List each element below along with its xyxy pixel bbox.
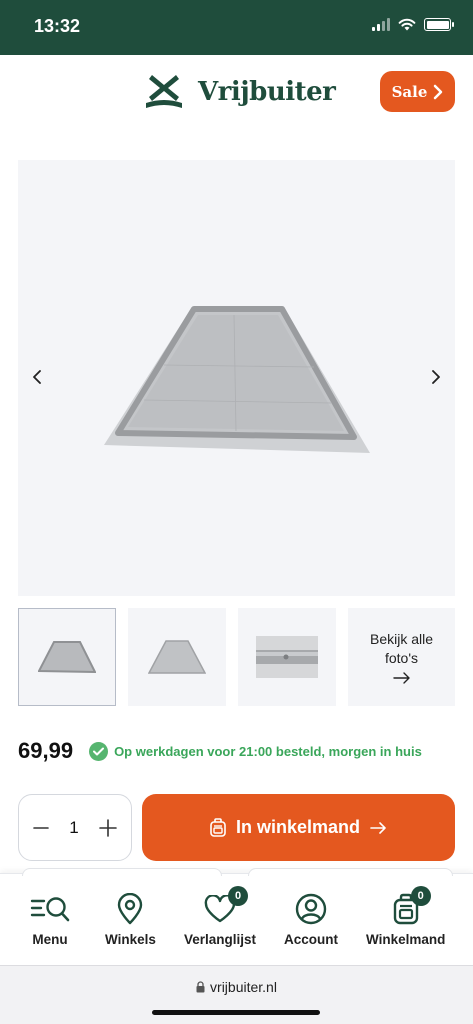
status-bar: 13:32 [0,0,473,55]
gallery-next-button[interactable] [426,367,446,387]
thumbnail-image [256,636,318,678]
thumbnail-image [148,640,206,674]
card-edge [248,868,453,876]
plus-icon[interactable] [99,818,117,837]
chevron-right-icon [432,370,440,384]
nav-item-winkelmand[interactable]: 0 Winkelmand [366,886,446,947]
card-edge [22,868,222,876]
view-all-label: Bekijk alle foto's [369,631,434,666]
home-indicator[interactable] [152,1010,320,1015]
nav-label-account: Account [284,932,338,947]
add-to-cart-button[interactable]: In winkelmand [142,794,455,861]
nav-item-menu[interactable]: Menu [30,892,70,947]
add-to-cart-label: In winkelmand [235,817,361,837]
delivery-text: Op werkdagen voor 21:00 besteld, morgen … [114,743,422,759]
cart-count-badge: 0 [410,886,431,906]
product-image [104,306,370,453]
status-icons [372,18,454,31]
nav-label-verlanglijst: Verlanglijst [184,932,257,947]
user-icon [295,893,327,925]
thumbnail-strip: Bekijk alle foto's [18,608,455,706]
quantity-value[interactable]: 1 [69,818,78,838]
arrow-right-icon [370,821,386,834]
url-field[interactable]: vrijbuiter.nl [0,979,473,995]
nav-label-winkels: Winkels [105,932,156,947]
minus-icon[interactable] [33,820,49,836]
bottom-navigation: Menu Winkels 0 Verlanglijst Account 0 Wi… [0,868,473,965]
brand-logo[interactable]: Vrijbuiter [144,73,336,111]
view-all-photos-button[interactable]: Bekijk alle foto's [348,608,455,706]
thumbnail-2[interactable] [128,608,226,706]
arrow-right-icon [392,672,410,684]
backpack-icon [210,818,226,837]
quantity-stepper: 1 [18,794,132,861]
price-row: 69,99 Op werkdagen voor 21:00 besteld, m… [18,737,458,765]
thumbnail-1[interactable] [18,608,116,706]
sale-label: Sale [391,82,428,101]
chevron-right-icon [434,84,443,99]
product-price: 69,99 [18,738,74,763]
nav-label-winkelmand: Winkelmand [366,932,446,947]
signal-icon [372,18,390,31]
wifi-icon [398,18,416,31]
check-circle-icon [89,741,109,761]
nav-item-account[interactable]: Account [284,892,338,947]
gallery-prev-button[interactable] [27,367,47,387]
thumbnail-image [38,641,96,673]
chevron-left-icon [33,370,41,384]
lock-icon [196,981,205,993]
thumbnail-3[interactable] [238,608,336,706]
brand-name: Vrijbuiter [198,77,336,107]
status-time: 13:32 [34,16,81,36]
menu-search-icon [30,897,70,922]
nav-item-verlanglijst[interactable]: 0 Verlanglijst [184,886,257,947]
vrijbuiter-logo-icon [146,75,182,108]
delivery-info: Op werkdagen voor 21:00 besteld, morgen … [89,741,422,761]
url-text: vrijbuiter.nl [210,979,277,995]
nav-item-winkels[interactable]: Winkels [105,892,156,947]
map-pin-icon [118,893,143,925]
battery-icon [424,18,454,31]
browser-address-bar: vrijbuiter.nl [0,965,473,1024]
product-gallery[interactable] [18,160,455,596]
sale-button[interactable]: Sale [380,71,455,112]
site-header: Vrijbuiter Sale [0,55,473,135]
wishlist-count-badge: 0 [228,886,249,906]
nav-label-menu: Menu [32,932,68,947]
